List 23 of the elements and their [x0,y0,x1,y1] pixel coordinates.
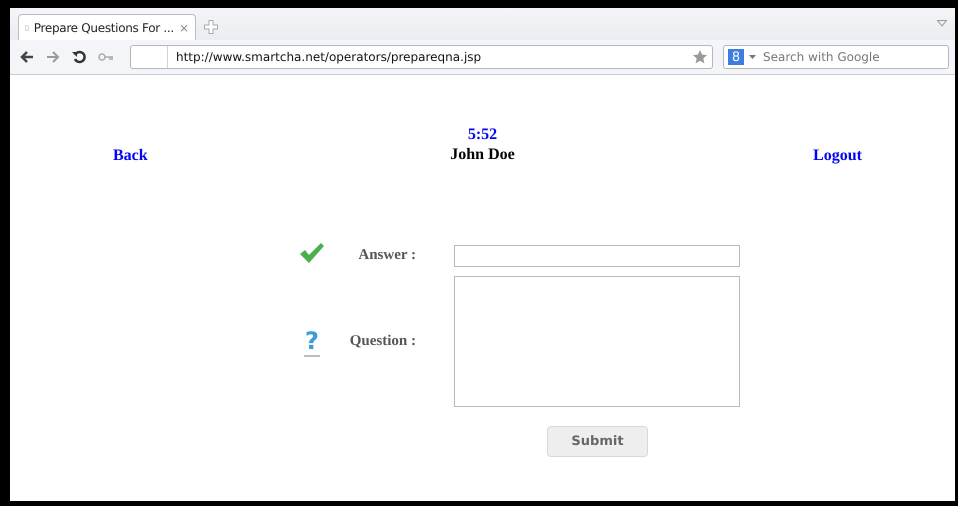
answer-field[interactable] [454,244,740,266]
close-tab-button[interactable]: × [178,20,189,34]
dropdown-icon[interactable] [937,20,947,27]
back-arrow-icon[interactable] [20,51,34,63]
address-bar[interactable]: http://www.smartcha.net/operators/prepareqna.jsp [130,45,713,69]
answer-label: Answer : [358,247,416,264]
search-field[interactable]: 8 Search with Google [723,45,949,69]
browser-tab[interactable]: Prepare Questions For ... × [18,14,196,40]
caret-icon[interactable] [749,55,756,59]
reload-icon[interactable] [72,50,86,64]
question-label: Question : [350,333,416,350]
key-icon[interactable] [98,53,114,61]
star-icon[interactable] [692,49,708,65]
submit-button[interactable]: Submit [547,426,648,457]
search-engine-icon[interactable]: 8 [728,49,744,65]
question-field[interactable] [454,276,740,407]
back-link[interactable]: Back [113,147,148,165]
new-tab-icon[interactable] [204,20,218,34]
tab-title: Prepare Questions For ... [34,20,174,34]
countdown-timer: 5:52 [468,125,498,145]
logout-link[interactable]: Logout [813,147,862,165]
forward-arrow-icon[interactable] [46,51,60,63]
user-name: John Doe [450,145,515,165]
